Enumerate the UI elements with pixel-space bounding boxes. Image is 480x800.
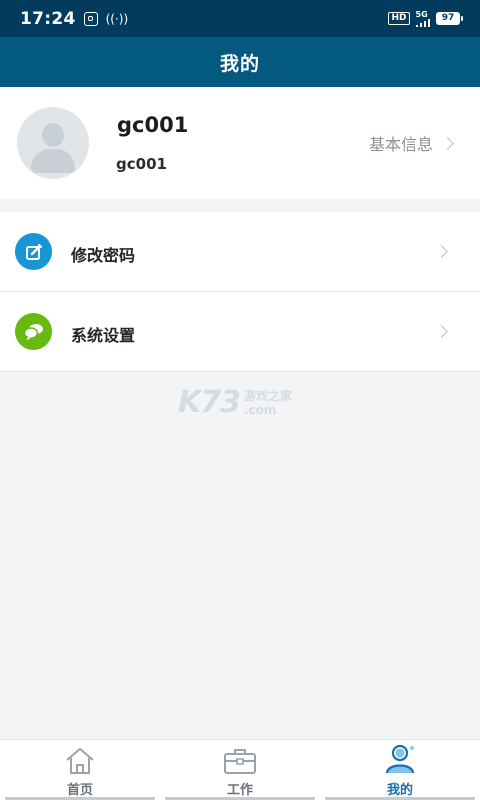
- battery-icon: 97: [436, 12, 463, 25]
- edit-icon: [15, 233, 52, 270]
- page-title: 我的: [219, 52, 260, 75]
- tab-label: 首页: [66, 783, 93, 798]
- signal-bars-icon: [415, 18, 430, 27]
- chevron-right-icon: [441, 136, 454, 150]
- watermark-line1: 游戏之家: [244, 388, 293, 403]
- menu-item-label: 系统设置: [71, 326, 136, 345]
- tab-work[interactable]: 工作: [160, 740, 320, 800]
- app-notification-icon: [83, 11, 98, 26]
- network-indicator: 5G: [415, 9, 430, 27]
- profile-username: gc001: [116, 155, 167, 173]
- profile-name: gc001: [117, 113, 189, 137]
- watermark-logo: K73 游戏之家 .com: [178, 385, 292, 420]
- settings-menu: 修改密码 系统设置: [0, 212, 480, 372]
- hd-badge: HD: [388, 12, 410, 25]
- status-bar-left: 17:24 ((·)): [20, 9, 128, 29]
- avatar-head-shape: [42, 123, 64, 147]
- profile-card[interactable]: gc001 gc001 基本信息: [0, 87, 480, 199]
- watermark-main: K73: [178, 385, 241, 420]
- user-icon: [382, 744, 418, 775]
- menu-item-label: 修改密码: [71, 246, 136, 265]
- chevron-right-icon: [435, 245, 448, 258]
- chat-bubble-icon: [15, 313, 52, 350]
- avatar[interactable]: [17, 107, 89, 179]
- status-time: 17:24: [20, 8, 76, 29]
- tab-label: 我的: [386, 783, 413, 798]
- briefcase-icon: [223, 745, 257, 775]
- home-icon: [64, 745, 96, 775]
- tab-home[interactable]: 首页: [0, 740, 160, 800]
- watermark-line2: .com: [244, 402, 277, 417]
- title-bar: 我的: [0, 37, 480, 87]
- basic-info-link[interactable]: 基本信息: [368, 131, 454, 155]
- status-bar-right: HD 5G 97: [388, 9, 463, 27]
- hotspot-icon: ((·)): [105, 11, 129, 26]
- basic-info-label: 基本信息: [368, 135, 433, 154]
- watermark-side: 游戏之家 .com: [244, 389, 292, 417]
- network-type: 5G: [415, 9, 428, 19]
- menu-item-system-settings[interactable]: 系统设置: [0, 292, 480, 372]
- tab-mine[interactable]: 我的: [320, 740, 480, 800]
- bottom-tab-bar: 首页 工作 我的: [0, 739, 480, 800]
- tab-label: 工作: [226, 783, 253, 798]
- chevron-right-icon: [435, 325, 448, 338]
- avatar-body-shape: [31, 149, 75, 173]
- status-bar: 17:24 ((·)) HD 5G 97: [0, 0, 480, 37]
- menu-item-change-password[interactable]: 修改密码: [0, 212, 480, 292]
